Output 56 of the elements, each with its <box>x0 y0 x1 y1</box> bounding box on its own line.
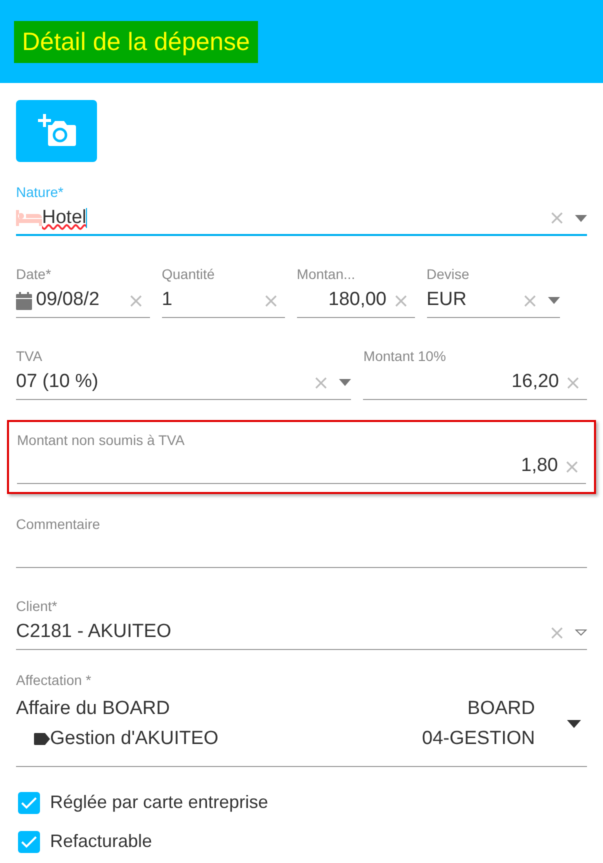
clear-icon[interactable] <box>551 212 563 224</box>
clear-icon[interactable] <box>264 294 277 306</box>
input-field[interactable]: 07 (10 %) <box>16 366 352 400</box>
clear-icon[interactable] <box>130 294 142 306</box>
clear-icon[interactable] <box>566 460 578 472</box>
checkbox-label: Refacturable <box>50 830 152 853</box>
calendar-icon <box>16 292 32 310</box>
task-code: 04-GESTION <box>422 727 535 751</box>
project-name: Affaire du BOARD <box>16 697 170 721</box>
project-code: BOARD <box>467 697 535 721</box>
checkbox[interactable] <box>18 792 40 814</box>
dropdown-arrow-icon[interactable] <box>567 720 581 728</box>
input-field[interactable]: 09/08/2 <box>16 284 150 318</box>
assignment-select[interactable]: Affaire du BOARD BOARD Gestion d'AKUITEO 04-GESTION <box>16 690 587 767</box>
field-label: Quantité <box>162 265 216 284</box>
add-photo-button[interactable] <box>16 100 97 162</box>
check-icon <box>21 796 37 808</box>
field-value: 1,80 <box>521 455 558 476</box>
clear-icon[interactable] <box>567 376 579 388</box>
page-title: Détail de la dépense <box>14 20 258 62</box>
field-label: Montan... <box>296 265 356 284</box>
field-value: Hotel <box>42 206 86 228</box>
input-field[interactable]: 1 <box>162 284 285 318</box>
field-label: Montant 10% <box>363 347 447 366</box>
field-value: EUR <box>426 289 467 310</box>
field-value: C2181 - AKUITEO <box>16 621 172 642</box>
bed-icon <box>16 210 42 226</box>
input-field[interactable]: EUR <box>426 284 560 318</box>
field-label: TVA <box>16 347 44 366</box>
field-value: 1 <box>162 289 172 310</box>
input-field[interactable]: Hotel <box>16 202 587 236</box>
field-label: Devise <box>426 265 470 284</box>
input-field[interactable]: 16,20 <box>363 366 587 400</box>
field-value: 07 (10 %) <box>16 371 98 392</box>
field-value: 180,00 <box>328 289 386 310</box>
clear-icon[interactable] <box>394 294 406 306</box>
add-camera-icon <box>38 114 76 148</box>
checkbox[interactable] <box>18 830 40 852</box>
field-label: Montant non soumis à TVA <box>17 431 186 450</box>
input-field[interactable]: C2181 - AKUITEO <box>16 616 587 650</box>
checkbox-label: Réglée par carte entreprise <box>50 791 268 814</box>
task-name: Gestion d'AKUITEO <box>50 727 218 751</box>
input-field[interactable]: 180,00 <box>296 284 414 318</box>
field-label: Date* <box>16 265 52 284</box>
clear-icon[interactable] <box>551 626 563 638</box>
field-value: 09/08/2 <box>36 289 100 310</box>
field-label: Commentaire <box>16 515 102 534</box>
check-icon <box>21 836 37 848</box>
clear-icon[interactable] <box>315 376 328 388</box>
field-value: 16,20 <box>511 371 559 392</box>
field-label: Affectation * <box>16 671 92 690</box>
tag-icon <box>34 733 50 745</box>
clear-icon[interactable] <box>524 294 536 306</box>
field-label: Client* <box>16 597 58 616</box>
input-field[interactable]: 1,80 <box>17 450 586 484</box>
field-label: Nature* <box>16 183 64 202</box>
